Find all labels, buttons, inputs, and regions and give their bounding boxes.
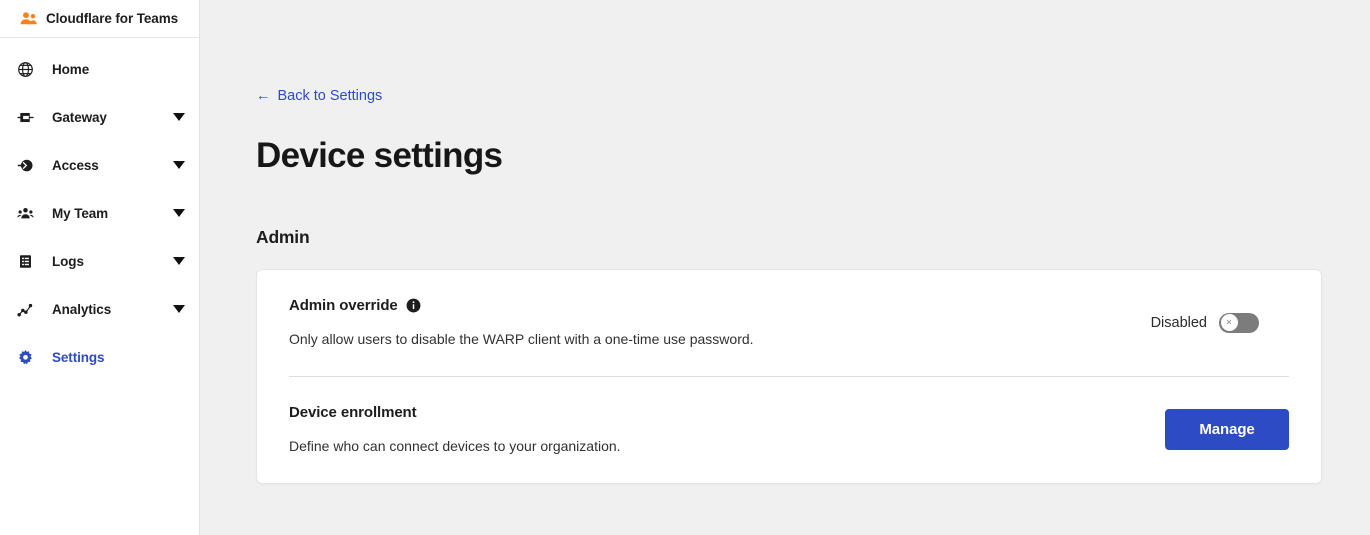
sidebar-item-gateway[interactable]: Gateway	[0, 93, 199, 141]
sidebar-item-label: Settings	[52, 349, 105, 365]
brand-title: Cloudflare for Teams	[46, 11, 179, 26]
main-content: ← Back to Settings Device settings Admin…	[200, 0, 1370, 535]
left-arrow-icon: ←	[256, 87, 271, 104]
logs-icon	[16, 252, 34, 270]
sidebar-item-label: Logs	[52, 253, 84, 269]
sidebar: Cloudflare for Teams Home Gateway Access…	[0, 0, 200, 535]
sidebar-item-settings[interactable]: Settings	[0, 333, 199, 381]
row-heading: Admin override	[289, 296, 398, 314]
section-title-admin: Admin	[256, 226, 310, 247]
gear-icon	[16, 348, 34, 366]
chevron-down-icon[interactable]	[173, 161, 185, 169]
chevron-down-icon[interactable]	[173, 113, 185, 121]
sidebar-item-analytics[interactable]: Analytics	[0, 285, 199, 333]
sidebar-item-logs[interactable]: Logs	[0, 237, 199, 285]
gateway-icon	[16, 108, 34, 126]
sidebar-item-label: Analytics	[52, 301, 112, 317]
admin-override-toggle[interactable]: ✕	[1219, 312, 1259, 333]
manage-button[interactable]: Manage	[1165, 409, 1289, 450]
page-title: Device settings	[256, 135, 503, 175]
sidebar-item-access[interactable]: Access	[0, 141, 199, 189]
chevron-down-icon[interactable]	[173, 305, 185, 313]
row-description: Define who can connect devices to your o…	[289, 437, 621, 454]
app-root: Cloudflare for Teams Home Gateway Access…	[0, 0, 1370, 535]
admin-settings-card: Admin override Only allow users to disab…	[256, 268, 1322, 484]
toggle-knob: ✕	[1220, 314, 1238, 331]
back-to-settings-link[interactable]: ← Back to Settings	[256, 88, 382, 104]
access-icon	[16, 156, 34, 174]
teams-people-icon	[20, 10, 38, 28]
sidebar-item-home[interactable]: Home	[0, 45, 199, 93]
row-heading: Device enrollment	[289, 403, 417, 421]
row-heading-wrap: Admin override	[289, 297, 1127, 314]
globe-icon	[16, 60, 34, 78]
toggle-state-label: Disabled	[1150, 314, 1207, 331]
row-description: Only allow users to disable the WARP cli…	[289, 330, 754, 347]
row-admin-override: Admin override Only allow users to disab…	[257, 270, 1321, 376]
sidebar-item-label: Access	[52, 157, 99, 173]
sidebar-item-my-team[interactable]: My Team	[0, 189, 199, 237]
sidebar-item-label: Home	[52, 61, 90, 77]
info-icon[interactable]	[406, 298, 421, 313]
row-device-enrollment: Device enrollment Define who can connect…	[257, 377, 1321, 483]
sidebar-nav: Home Gateway Access My Team Logs Analyti…	[0, 38, 199, 381]
row-heading-wrap: Device enrollment	[289, 404, 1141, 421]
row-body: Device enrollment Define who can connect…	[289, 404, 1165, 455]
people-icon	[16, 204, 34, 222]
chevron-down-icon[interactable]	[173, 257, 185, 265]
back-link-label: Back to Settings	[277, 88, 383, 104]
brand-header[interactable]: Cloudflare for Teams	[0, 0, 199, 38]
admin-override-toggle-group: Disabled ✕	[1150, 312, 1259, 333]
sidebar-item-label: My Team	[52, 205, 109, 221]
chevron-down-icon[interactable]	[173, 209, 185, 217]
analytics-icon	[16, 300, 34, 318]
row-body: Admin override Only allow users to disab…	[289, 297, 1151, 348]
sidebar-item-label: Gateway	[52, 109, 107, 125]
